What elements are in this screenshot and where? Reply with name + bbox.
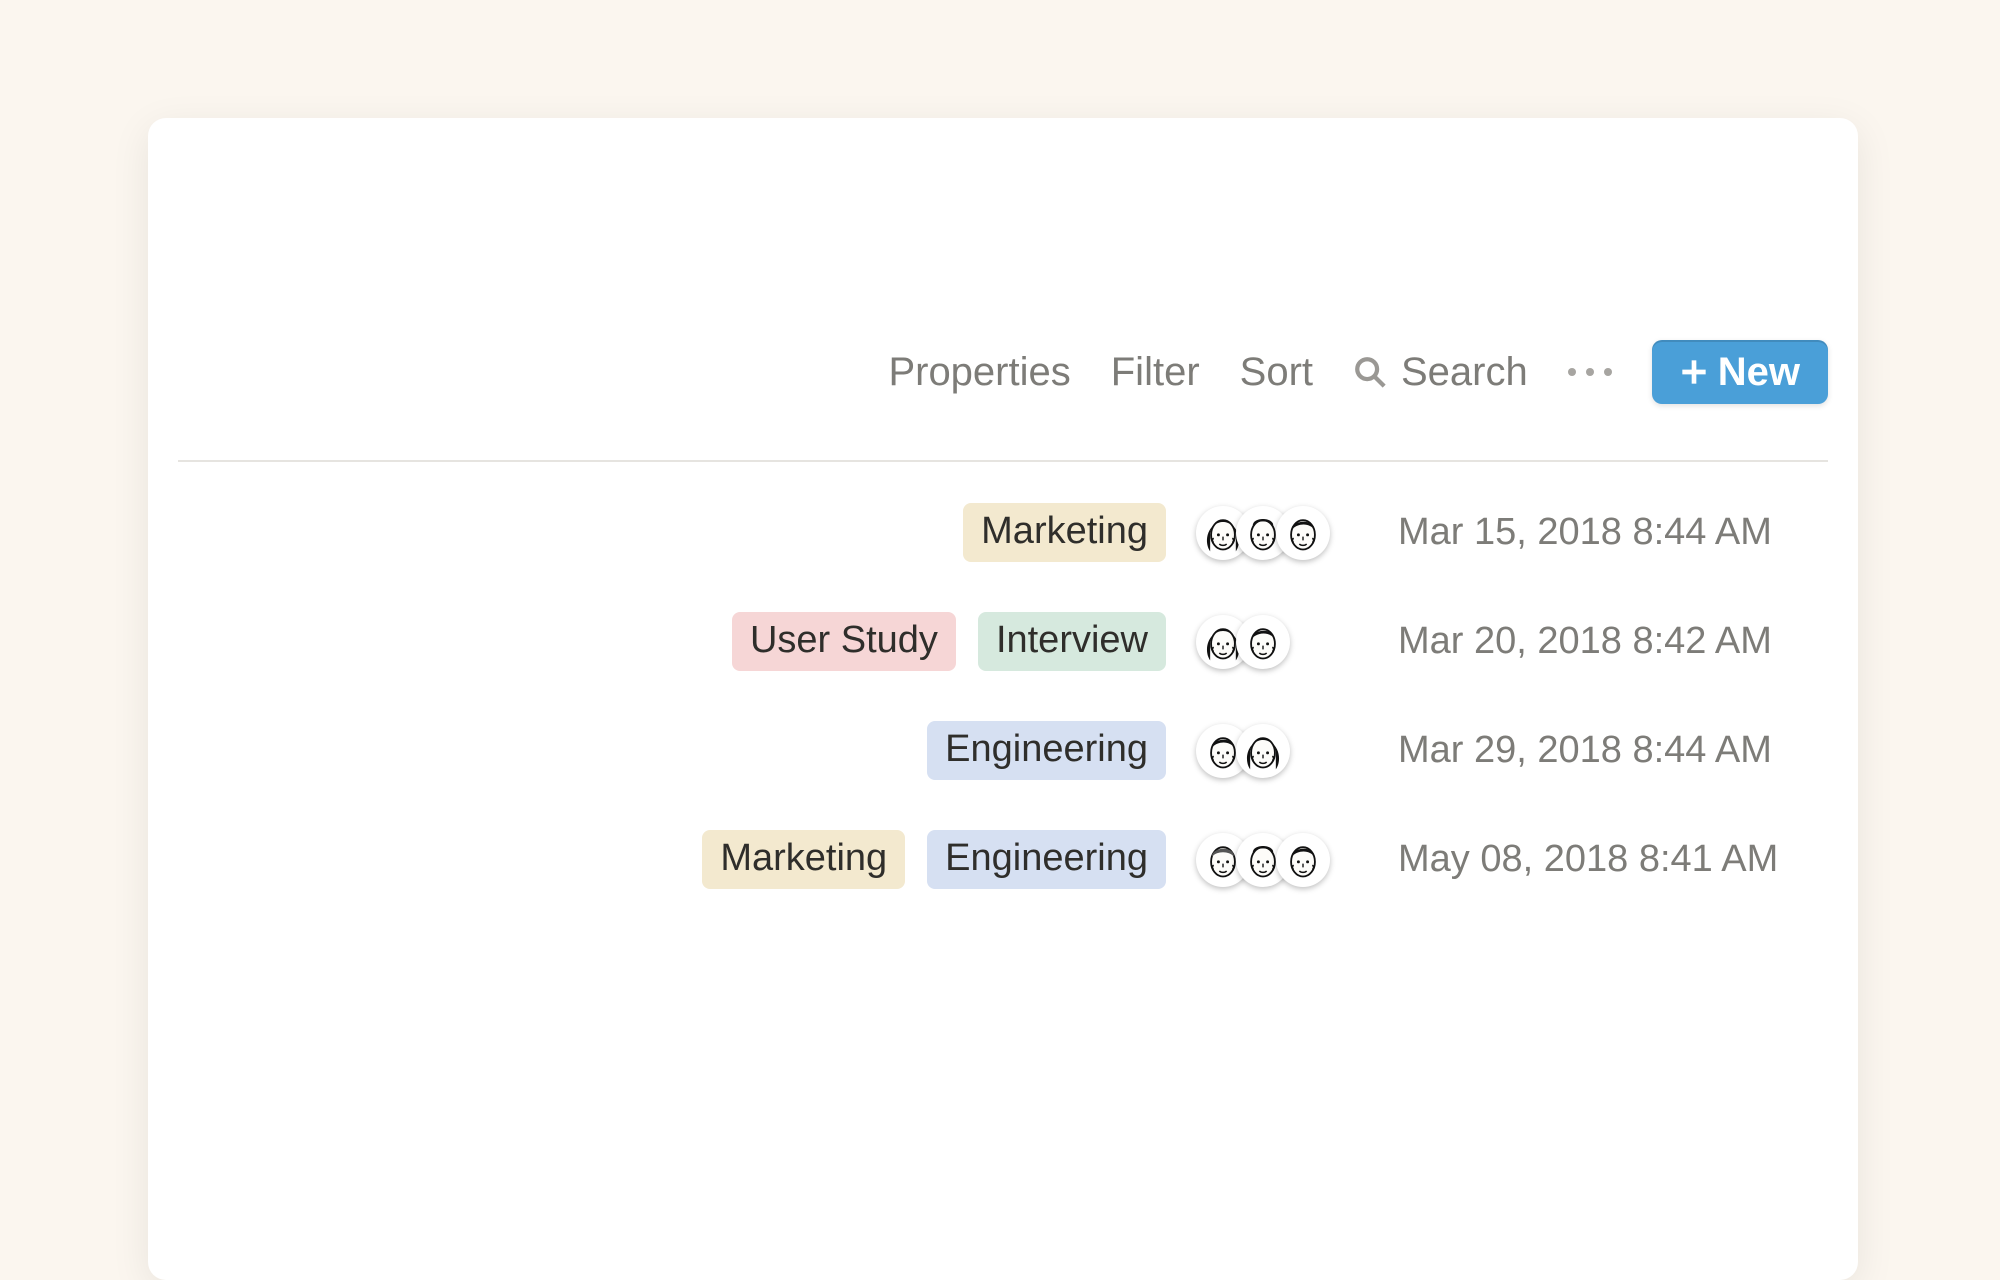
search-icon (1353, 355, 1387, 389)
table-row[interactable]: Marketing Mar 15, 2018 8:44 AM (178, 480, 1828, 585)
database-card: Properties Filter Sort Search New Market… (148, 118, 1858, 1280)
dot-icon (1586, 368, 1594, 376)
filter-button[interactable]: Filter (1111, 352, 1200, 392)
new-button[interactable]: New (1652, 340, 1828, 404)
date-cell: Mar 29, 2018 8:44 AM (1388, 729, 1828, 772)
tag-badge[interactable]: User Study (732, 612, 956, 672)
search-label: Search (1401, 352, 1528, 392)
tag-badge[interactable]: Engineering (927, 721, 1166, 781)
new-button-label: New (1718, 352, 1800, 392)
dot-icon (1604, 368, 1612, 376)
table-row[interactable]: User Study Interview Mar 20, 2018 8:42 AM (178, 589, 1828, 694)
tags-cell: Engineering (178, 721, 1188, 781)
properties-button[interactable]: Properties (888, 352, 1070, 392)
toolbar-divider (178, 460, 1828, 462)
date-cell: Mar 15, 2018 8:44 AM (1388, 511, 1828, 554)
tags-cell: User Study Interview (178, 612, 1188, 672)
toolbar: Properties Filter Sort Search New (148, 340, 1828, 430)
tag-badge[interactable]: Marketing (963, 503, 1166, 563)
avatars-cell (1188, 506, 1388, 560)
date-cell: May 08, 2018 8:41 AM (1388, 838, 1828, 881)
tag-badge[interactable]: Interview (978, 612, 1166, 672)
avatars-cell (1188, 724, 1388, 778)
dot-icon (1568, 368, 1576, 376)
tag-badge[interactable]: Engineering (927, 830, 1166, 890)
tag-badge[interactable]: Marketing (702, 830, 905, 890)
avatar[interactable] (1276, 833, 1330, 887)
avatars-cell (1188, 615, 1388, 669)
avatar[interactable] (1236, 615, 1290, 669)
more-button[interactable] (1568, 368, 1612, 376)
sort-button[interactable]: Sort (1240, 352, 1313, 392)
table-row[interactable]: Engineering Mar 29, 2018 8:44 AM (178, 698, 1828, 803)
avatar[interactable] (1236, 724, 1290, 778)
rows-container: Marketing Mar 15, 2018 8:44 AMUser Study… (178, 480, 1828, 912)
plus-icon (1680, 358, 1708, 386)
avatars-cell (1188, 833, 1388, 887)
table-row[interactable]: Marketing Engineering May 08, 2018 8:41 A… (178, 807, 1828, 912)
date-cell: Mar 20, 2018 8:42 AM (1388, 620, 1828, 663)
avatar[interactable] (1276, 506, 1330, 560)
tags-cell: Marketing Engineering (178, 830, 1188, 890)
tags-cell: Marketing (178, 503, 1188, 563)
search-button[interactable]: Search (1353, 352, 1528, 392)
